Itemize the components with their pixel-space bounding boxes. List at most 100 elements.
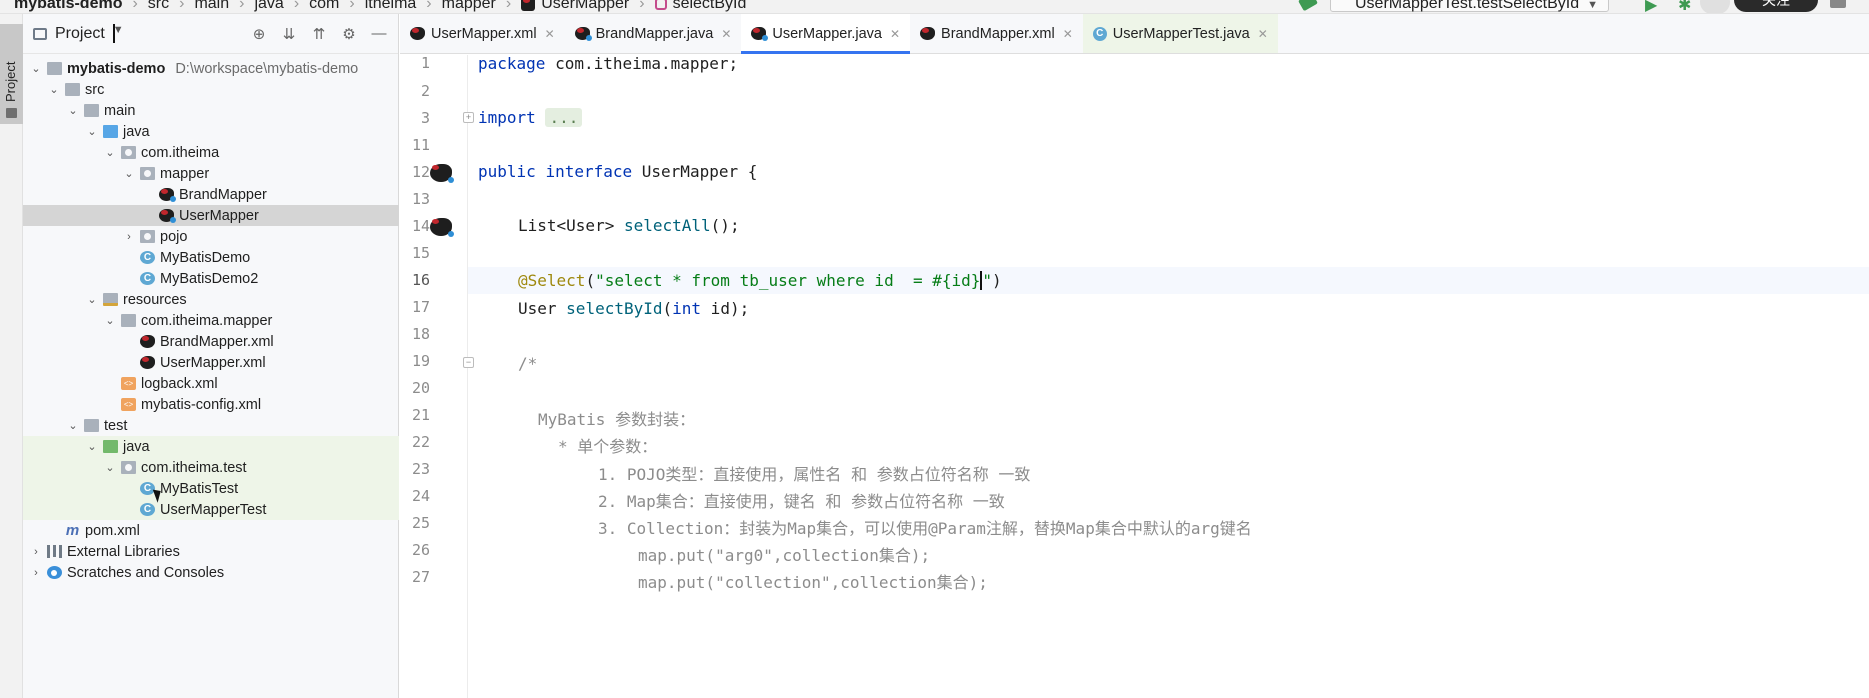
chevron-down-icon[interactable]: ⌄ [66, 419, 80, 432]
tree-item-resources[interactable]: ⌄ resources [23, 289, 399, 310]
chevron-down-icon[interactable]: ⌄ [85, 293, 99, 306]
locate-icon[interactable]: ⊕ [250, 25, 268, 43]
tree-item-com-itheima[interactable]: ⌄ com.itheima [23, 142, 399, 163]
tree-item-test-java[interactable]: ⌄ java [23, 436, 399, 457]
breadcrumb-main[interactable]: main [194, 0, 229, 13]
close-icon[interactable]: ✕ [721, 27, 731, 41]
breadcrumb-mapper[interactable]: mapper [442, 0, 496, 13]
chevron-down-icon[interactable]: ⌄ [85, 440, 99, 453]
tab-usermapper-xml[interactable]: UserMapper.xml ✕ [400, 14, 565, 53]
run-icon[interactable]: ▶ [1645, 0, 1657, 13]
tree-item-test[interactable]: ⌄ test [23, 415, 399, 436]
tree-item-mapper[interactable]: ⌄ mapper [23, 163, 399, 184]
avatar [1700, 0, 1730, 13]
tree-item-label: UserMapper [179, 207, 259, 224]
chevron-right-icon[interactable]: › [122, 231, 136, 243]
tree-item-java[interactable]: ⌄ java [23, 121, 399, 142]
debug-icon[interactable]: ✱ [1678, 0, 1691, 13]
follow-button[interactable]: 关注 [1734, 0, 1818, 12]
mybatis-interface-icon [751, 27, 769, 41]
close-icon[interactable]: ✕ [890, 27, 900, 41]
build-hammer-icon[interactable] [1298, 0, 1318, 12]
tab-label: BrandMapper.java [595, 25, 714, 42]
close-icon[interactable]: ✕ [1258, 27, 1268, 41]
close-icon[interactable]: ✕ [545, 27, 555, 41]
tree-item-label: UserMapper.xml [160, 354, 266, 371]
chevron-down-icon[interactable]: ⌄ [103, 461, 117, 474]
tree-item-scratches[interactable]: › Scratches and Consoles [23, 562, 399, 583]
chevron-down-icon[interactable]: ⌄ [29, 62, 43, 75]
chevron-right-icon[interactable]: › [29, 546, 43, 558]
chevron-down-icon: ▼ [1587, 0, 1598, 11]
project-tool-tab-label: Project [3, 61, 18, 102]
tab-usermappertest-java[interactable]: C UserMapperTest.java ✕ [1082, 14, 1278, 53]
tree-item-brandmapper[interactable]: · BrandMapper [23, 184, 399, 205]
tree-item-mybatis-demo[interactable]: ⌄ mybatis-demo D:\workspace\mybatis-demo [23, 58, 399, 79]
tree-item-usermapper[interactable]: · UserMapper [23, 205, 399, 226]
tree-item-com-itheima-mapper[interactable]: ⌄ com.itheima.mapper [23, 310, 399, 331]
tree-item-mybatis-config-xml[interactable]: · <> mybatis-config.xml [23, 394, 399, 415]
chevron-down-icon[interactable]: ⌄ [122, 167, 136, 180]
tree-item-usermappertest[interactable]: · C UserMapperTest [23, 499, 399, 520]
breadcrumb-project[interactable]: mybatis-demo [14, 0, 122, 13]
tab-brandmapper-xml[interactable]: BrandMapper.xml ✕ [910, 14, 1083, 53]
comment-token: map.put("arg0",collection集合); [638, 545, 931, 565]
code-line-16: @Select("select * from tb_user where id … [468, 267, 1869, 294]
code-token: ( [585, 271, 596, 290]
tree-item-pom-xml[interactable]: · m pom.xml [23, 520, 399, 541]
hide-icon[interactable]: — [370, 25, 388, 43]
expand-all-icon[interactable]: ⇊ [280, 25, 298, 43]
package-icon [121, 461, 136, 474]
tree-item-pojo[interactable]: › pojo [23, 226, 399, 247]
tree-item-com-itheima-test[interactable]: ⌄ com.itheima.test [23, 457, 399, 478]
folder-icon [84, 419, 99, 432]
mybatis-navigate-icon[interactable] [430, 218, 454, 237]
tree-item-src[interactable]: ⌄ src [23, 79, 399, 100]
fold-icon[interactable]: + [463, 112, 474, 123]
fold-icon[interactable]: − [463, 357, 474, 368]
chevron-down-icon[interactable]: ⌄ [103, 314, 117, 327]
mybatis-navigate-icon[interactable] [430, 164, 454, 183]
line-number: 13 [411, 190, 430, 208]
tree-item-mybatistest[interactable]: · C MyBatisTest [23, 478, 399, 499]
code-editor[interactable]: 1 2 3 11 12 13 14 15 16 17 18 19 20 21 2… [400, 55, 1869, 698]
close-icon[interactable]: ✕ [1063, 27, 1073, 41]
tree-item-external-libraries[interactable]: › External Libraries [23, 541, 399, 562]
breadcrumb-java[interactable]: java [254, 0, 283, 13]
code-line-14: List<User> selectAll (); [518, 212, 740, 239]
breadcrumb-itheima[interactable]: itheima [365, 0, 417, 13]
mybatis-xml-icon [920, 27, 936, 40]
gear-icon[interactable]: ⚙ [340, 25, 358, 43]
tab-brandmapper-java[interactable]: BrandMapper.java ✕ [565, 14, 742, 53]
line-number: 20 [411, 379, 430, 397]
chevron-down-icon[interactable]: ▼ [112, 24, 124, 43]
breadcrumb-usermapper[interactable]: UserMapper [541, 0, 629, 13]
tree-item-usermapper-xml[interactable]: · UserMapper.xml [23, 352, 399, 373]
chevron-down-icon[interactable]: ⌄ [103, 146, 117, 159]
string-token: " [982, 271, 993, 290]
tree-item-logback-xml[interactable]: · <> logback.xml [23, 373, 399, 394]
run-configuration-selector[interactable]: UserMapperTest.testSelectById ▼ [1330, 0, 1609, 12]
chevron-right-icon[interactable]: › [29, 567, 43, 579]
tab-label: BrandMapper.xml [941, 25, 1055, 42]
chevron-down-icon[interactable]: ⌄ [66, 104, 80, 117]
tree-item-mybatisdemo[interactable]: · C MyBatisDemo [23, 247, 399, 268]
comment-token: * 单个参数： [558, 436, 658, 456]
breadcrumb-src[interactable]: src [148, 0, 169, 13]
chevron-down-icon[interactable]: ⌄ [47, 83, 61, 96]
line-number: 3 [420, 109, 430, 127]
tab-usermapper-java[interactable]: UserMapper.java ✕ [741, 14, 911, 54]
breadcrumb-com[interactable]: com [309, 0, 339, 13]
folded-imports[interactable]: ... [545, 108, 583, 127]
project-panel-title[interactable]: Project [55, 25, 105, 43]
collapse-all-icon[interactable]: ⇈ [310, 25, 328, 43]
tree-item-brandmapper-xml[interactable]: · BrandMapper.xml [23, 331, 399, 352]
chevron-down-icon[interactable]: ⌄ [85, 125, 99, 138]
breadcrumb-selectbyid[interactable]: selectById [673, 0, 747, 13]
project-tool-tab[interactable]: Project [0, 24, 23, 124]
tree-item-mybatisdemo2[interactable]: · C MyBatisDemo2 [23, 268, 399, 289]
comment-token: map.put("collection",collection集合); [638, 572, 988, 592]
tree-item-main[interactable]: ⌄ main [23, 100, 399, 121]
more-icon[interactable] [1830, 0, 1846, 8]
code-token: ( [662, 299, 673, 318]
